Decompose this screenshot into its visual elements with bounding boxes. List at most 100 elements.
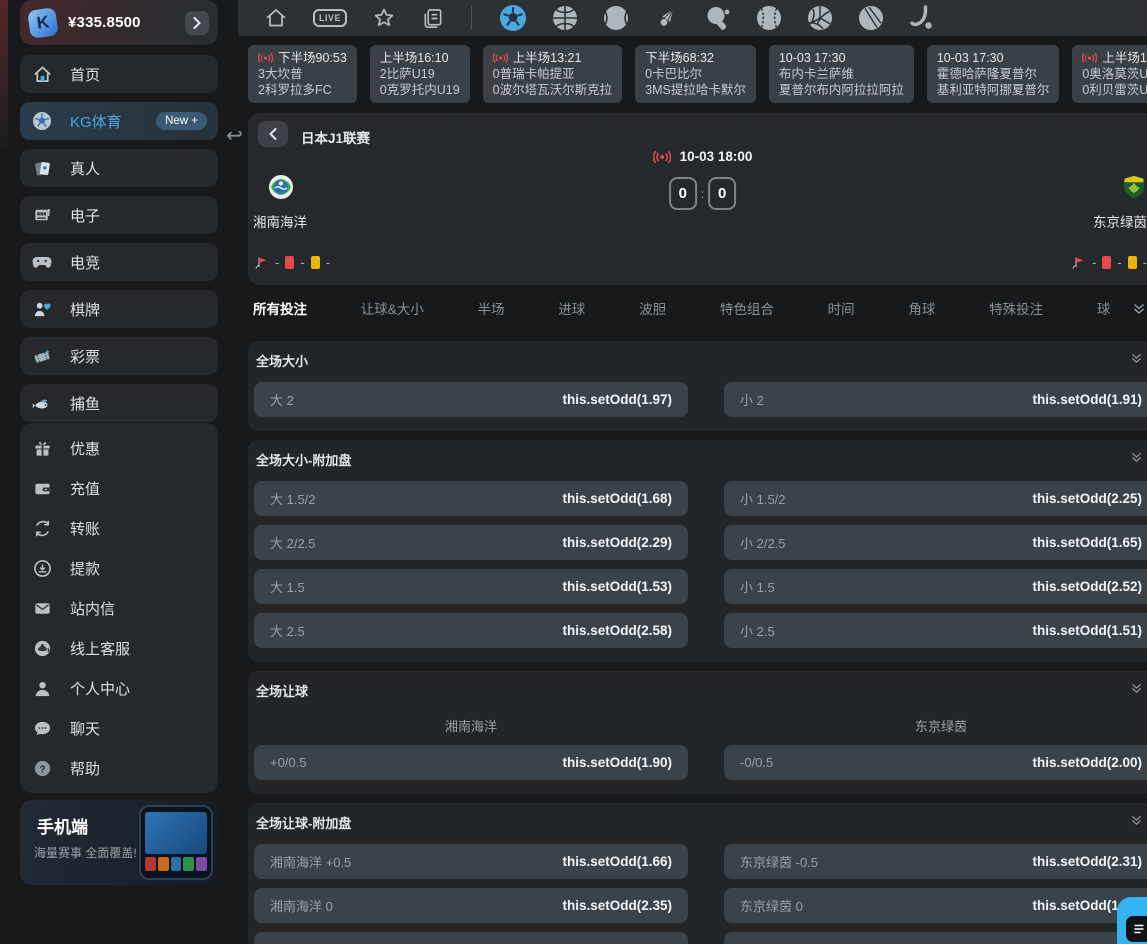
sidebar-item-label: KG体育 [70, 111, 122, 132]
sidebar-item-lottery[interactable]: 彩票 [20, 337, 218, 375]
odd-button[interactable]: -0/0.5this.setOdd(2.00) [724, 745, 1147, 780]
star-icon[interactable] [372, 6, 396, 30]
odd-value: this.setOdd(1.53) [562, 579, 672, 594]
tab-specials-combo[interactable]: 特色组合 [720, 298, 774, 318]
score-separator: : [701, 187, 704, 201]
tab-all-bets[interactable]: 所有投注 [253, 298, 307, 318]
sport-volleyball-icon[interactable] [807, 5, 833, 31]
live-icon [1082, 52, 1097, 64]
betslip-icon[interactable] [421, 7, 444, 30]
odd-button[interactable]: 大 1.5/2this.setOdd(1.68) [254, 481, 688, 516]
sport-tabletennis-icon[interactable] [705, 5, 731, 31]
odd-button[interactable]: +0/0.5this.setOdd(1.90) [254, 745, 688, 780]
tab-special-bets[interactable]: 特殊投注 [989, 298, 1043, 318]
ticker-card[interactable]: 上半场16:10 2比萨U19 0克罗托内U19 [370, 45, 470, 103]
mobile-app-banner[interactable]: 手机端 海量赛事 全面覆盖! [20, 800, 218, 885]
collapse-chevron-icon[interactable] [1130, 451, 1143, 463]
away-line: 夏普尔布内阿拉拉阿拉 [779, 82, 904, 98]
sport-tennis-icon[interactable] [603, 5, 629, 31]
brand-logo: K [27, 7, 59, 39]
sidebar-item-live-casino[interactable]: 真人 [20, 149, 218, 187]
odd-button[interactable]: 小 2this.setOdd(1.91) [724, 382, 1147, 417]
balance-expand-button[interactable] [185, 11, 209, 35]
chevron-double-right-icon[interactable] [1132, 302, 1146, 315]
ticker-card[interactable]: 上半场11:26 0奥洛莫茨U19 0利贝雷茨U19 [1072, 45, 1147, 103]
sport-hockey-icon[interactable] [909, 5, 935, 31]
sport-basketball-icon[interactable] [552, 5, 578, 31]
balance-card: K ¥335.8500 [20, 0, 218, 45]
sidebar-item-poker[interactable]: 棋牌 [20, 290, 218, 328]
sidebar-item-promotions[interactable]: 优惠 [20, 428, 218, 468]
tab-goals[interactable]: 进球 [558, 298, 585, 318]
back-button[interactable] [258, 121, 288, 147]
odd-button[interactable]: 东京绿茵 +0/0.5this.setOdd( [724, 932, 1147, 944]
odd-button[interactable]: 大 2/2.5this.setOdd(2.29) [254, 525, 688, 560]
odd-button[interactable]: 小 1.5/2this.setOdd(2.25) [724, 481, 1147, 516]
market-section-full-handicap-extra: 全场让球-附加盘 湘南海洋 +0.5this.setOdd(1.66) 东京绿茵… [248, 803, 1147, 944]
odd-button[interactable]: 小 1.5this.setOdd(2.52) [724, 569, 1147, 604]
sport-badminton-icon[interactable] [654, 5, 680, 31]
red-card-icon [285, 256, 294, 269]
odd-button[interactable]: 大 1.5 this.setOdd(1.53) [254, 569, 688, 604]
sidebar-item-withdraw[interactable]: 提款 [20, 548, 218, 588]
match-status: 下半场90:53 [278, 50, 347, 66]
fish-icon [31, 393, 53, 413]
collapse-chevron-icon[interactable] [1130, 814, 1143, 826]
odd-button[interactable]: 小 2/2.5this.setOdd(1.65) [724, 525, 1147, 560]
sidebar-item-slots[interactable]: 电子 [20, 196, 218, 234]
odd-value: this.setOdd(1.91) [1032, 392, 1142, 407]
odd-button[interactable]: 大 2this.setOdd(1.97) [254, 382, 688, 417]
odd-button[interactable]: 东京绿茵 -0.5this.setOdd(2.31) [724, 844, 1147, 879]
sidebar-item-transfer[interactable]: 转账 [20, 508, 218, 548]
odd-button[interactable]: 东京绿茵 0this.setOdd(1.64) [724, 888, 1147, 923]
sidebar-item-profile[interactable]: 个人中心 [20, 668, 218, 708]
ticker-card[interactable]: 下半场90:53 3大坎普 2科罗拉多FC [248, 45, 357, 103]
tab-clipped[interactable]: 球 [1097, 298, 1111, 318]
tab-half[interactable]: 半场 [478, 298, 505, 318]
sidebar-item-messages[interactable]: 站内信 [20, 588, 218, 628]
sport-soccer-icon[interactable] [499, 4, 527, 32]
sport-baseball-icon[interactable] [756, 5, 782, 31]
collapse-chevron-icon[interactable] [1130, 352, 1143, 364]
tab-time[interactable]: 时间 [828, 298, 855, 318]
sidebar-item-help[interactable]: ? 帮助 [20, 748, 218, 788]
match-ticker: 下半场90:53 3大坎普 2科罗拉多FC 上半场16:10 2比萨U19 0克… [248, 45, 1147, 103]
league-title: 日本J1联赛 [301, 127, 370, 147]
tab-corners[interactable]: 角球 [908, 298, 935, 318]
away-line: 2科罗拉多FC [258, 82, 347, 98]
sidebar-item-chat[interactable]: 聊天 [20, 708, 218, 748]
sidebar-item-fishing[interactable]: 捕鱼 [20, 384, 218, 422]
odd-value: this.setOdd(1.97) [562, 392, 672, 407]
home-icon[interactable] [264, 6, 288, 30]
odd-button[interactable]: 湘南海洋 -0/0.5this.setOdd(2.75) [254, 932, 688, 944]
new-badge: New + [156, 112, 207, 130]
ticker-card[interactable]: 10-03 17:30 霍德哈萨隆夏普尔 基利亚特阿挪夏普尔 [927, 45, 1060, 103]
odd-button[interactable]: 湘南海洋 +0.5this.setOdd(1.66) [254, 844, 688, 879]
home-column-header: 湘南海洋 [254, 716, 688, 735]
tab-correct-score[interactable]: 波胆 [639, 298, 666, 318]
odd-button[interactable]: 湘南海洋 0this.setOdd(2.35) [254, 888, 688, 923]
sidebar-item-home[interactable]: 首页 [20, 55, 218, 93]
odd-button[interactable]: 大 2.5this.setOdd(2.58) [254, 613, 688, 648]
svg-text:?: ? [39, 764, 45, 775]
collapse-chevron-icon[interactable] [1130, 682, 1143, 694]
home-line: 0普瑞卡帕提亚 [493, 66, 612, 82]
live-icon [493, 52, 508, 64]
sidebar-item-kg-sports[interactable]: KG体育 New + [20, 102, 218, 140]
red-card-count: - [1117, 255, 1121, 270]
home-icon [31, 65, 53, 84]
sidebar-item-label: 帮助 [70, 758, 100, 779]
sidebar-item-esports[interactable]: 电竞 [20, 243, 218, 281]
odd-button[interactable]: 小 2.5this.setOdd(1.51) [724, 613, 1147, 648]
betslip-float-button[interactable] [1117, 897, 1147, 944]
selection-label: 小 2/2.5 [740, 533, 786, 552]
live-icon[interactable]: LIVE [313, 9, 347, 27]
sidebar-item-deposit[interactable]: 充值 [20, 468, 218, 508]
ticker-card[interactable]: 上半场13:21 0普瑞卡帕提亚 0波尔塔瓦沃尔斯克拉 [483, 45, 622, 103]
selection-label: 大 1.5 [270, 577, 305, 596]
ticker-card[interactable]: 10-03 17:30 布内卡兰萨维 夏普尔布内阿拉拉阿拉 [769, 45, 914, 103]
sport-cricket-icon[interactable] [858, 5, 884, 31]
ticker-card[interactable]: 下半场68:32 0卡巴比尔 3MS提拉哈卡默尔 [635, 45, 756, 103]
sidebar-item-support[interactable]: 线上客服 [20, 628, 218, 668]
tab-handicap-ou[interactable]: 让球&大小 [361, 298, 424, 318]
